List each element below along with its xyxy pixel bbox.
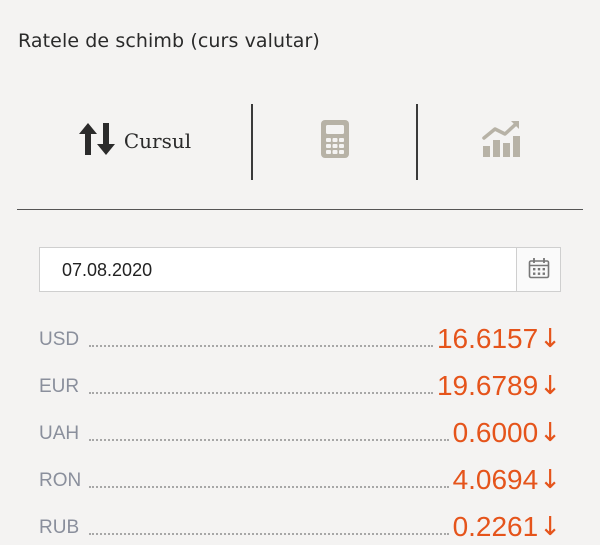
rate-row-uah: UAH 0.6000 ↓ (39, 404, 561, 451)
trend-down-arrow: ↓ (539, 371, 561, 401)
currency-code: UAH (39, 423, 80, 444)
dot-leader (89, 439, 449, 441)
dot-leader (89, 486, 449, 488)
calculator-icon (320, 119, 350, 163)
dot-leader (89, 533, 449, 535)
rate-value: 4.0694 (452, 464, 539, 495)
up-down-arrows-icon (78, 121, 116, 161)
rate-row-ron: RON 4.0694 ↓ (39, 451, 561, 498)
currency-code: RON (39, 470, 82, 491)
rate-row-usd: USD 16.6157 ↓ (39, 310, 561, 357)
rate-value: 19.6789 (436, 370, 539, 401)
trend-down-arrow: ↓ (539, 465, 561, 495)
page-title: Ratele de schimb (curs valutar) (18, 30, 320, 52)
tab-bar: Cursul (18, 100, 583, 182)
rate-value: 0.6000 (452, 417, 539, 448)
rates-list: USD 16.6157 ↓ EUR 19.6789 ↓ UAH 0.6000 ↓… (39, 310, 561, 545)
bar-chart-icon (481, 120, 521, 162)
tab-rates[interactable]: Cursul (18, 100, 251, 182)
tab-chart[interactable] (418, 100, 583, 182)
dot-leader (89, 345, 433, 347)
currency-code: EUR (39, 376, 80, 397)
currency-code: RUB (39, 517, 80, 538)
trend-down-arrow: ↓ (539, 512, 561, 542)
trend-down-arrow: ↓ (539, 324, 561, 354)
rate-row-rub: RUB 0.2261 ↓ (39, 498, 561, 545)
rate-row-eur: EUR 19.6789 ↓ (39, 357, 561, 404)
rate-value: 0.2261 (452, 511, 539, 542)
date-picker-button[interactable] (516, 248, 560, 291)
calendar-icon (528, 257, 550, 283)
tab-calculator[interactable] (252, 100, 417, 182)
trend-down-arrow: ↓ (539, 418, 561, 448)
rate-value: 16.6157 (436, 323, 539, 354)
date-value[interactable]: 07.08.2020 (62, 260, 152, 281)
divider (17, 209, 583, 210)
tab-rates-label: Cursul (123, 129, 192, 153)
date-field[interactable]: 07.08.2020 (39, 247, 561, 292)
currency-code: USD (39, 329, 80, 350)
dot-leader (89, 392, 433, 394)
